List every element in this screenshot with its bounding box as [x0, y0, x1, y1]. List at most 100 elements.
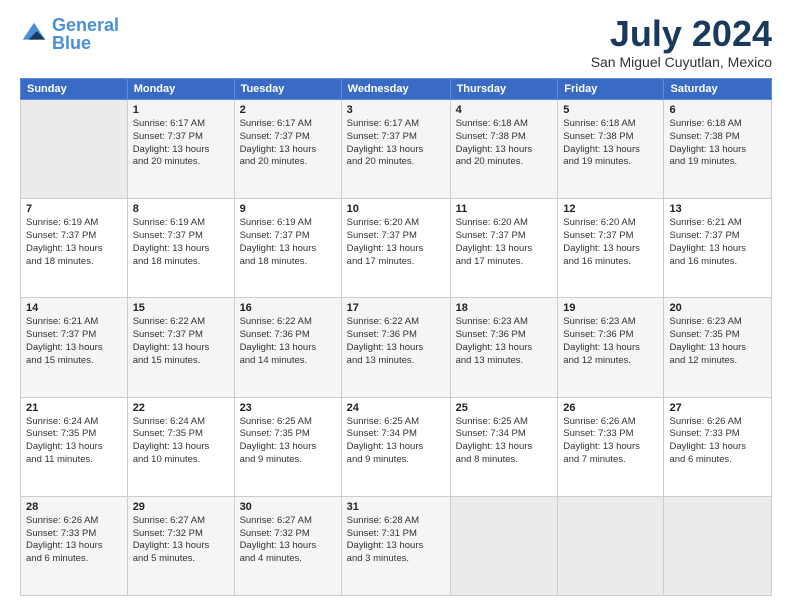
day-info: Sunrise: 6:26 AMSunset: 7:33 PMDaylight:…	[669, 416, 766, 467]
calendar-header: SundayMondayTuesdayWednesdayThursdayFrid…	[21, 79, 772, 100]
week-row-4: 21 Sunrise: 6:24 AMSunset: 7:35 PMDayligh…	[21, 397, 772, 496]
day-info: Sunrise: 6:22 AMSunset: 7:36 PMDaylight:…	[240, 316, 336, 367]
day-info: Sunrise: 6:20 AMSunset: 7:37 PMDaylight:…	[563, 217, 658, 268]
logo-general: General	[52, 15, 119, 35]
day-cell: 13 Sunrise: 6:21 AMSunset: 7:37 PMDayligh…	[664, 199, 772, 298]
day-number: 21	[26, 402, 122, 414]
day-info: Sunrise: 6:18 AMSunset: 7:38 PMDaylight:…	[563, 118, 658, 169]
day-cell: 15 Sunrise: 6:22 AMSunset: 7:37 PMDayligh…	[127, 298, 234, 397]
day-info: Sunrise: 6:22 AMSunset: 7:36 PMDaylight:…	[347, 316, 445, 367]
day-cell: 22Sunrise: 6:24 AMSunset: 7:35 PMDayligh…	[127, 397, 234, 496]
day-cell: 12 Sunrise: 6:20 AMSunset: 7:37 PMDayligh…	[558, 199, 664, 298]
day-number: 2	[240, 104, 336, 116]
day-cell: 11Sunrise: 6:20 AMSunset: 7:37 PMDayligh…	[450, 199, 558, 298]
logo-text: General Blue	[52, 16, 119, 52]
day-number: 25	[456, 402, 553, 414]
day-number: 29	[133, 501, 229, 513]
day-cell: 30 Sunrise: 6:27 AMSunset: 7:32 PMDayligh…	[234, 496, 341, 595]
day-info: Sunrise: 6:22 AMSunset: 7:37 PMDaylight:…	[133, 316, 229, 367]
day-cell: 4Sunrise: 6:18 AMSunset: 7:38 PMDaylight…	[450, 100, 558, 199]
day-info: Sunrise: 6:27 AMSunset: 7:32 PMDaylight:…	[240, 515, 336, 566]
week-row-3: 14 Sunrise: 6:21 AMSunset: 7:37 PMDayligh…	[21, 298, 772, 397]
day-cell	[664, 496, 772, 595]
day-number: 22	[133, 402, 229, 414]
day-number: 1	[133, 104, 229, 116]
calendar: SundayMondayTuesdayWednesdayThursdayFrid…	[20, 78, 772, 596]
day-number: 31	[347, 501, 445, 513]
day-cell: 24 Sunrise: 6:25 AMSunset: 7:34 PMDayligh…	[341, 397, 450, 496]
location: San Miguel Cuyutlan, Mexico	[591, 54, 772, 70]
day-number: 24	[347, 402, 445, 414]
day-cell: 8 Sunrise: 6:19 AMSunset: 7:37 PMDaylight…	[127, 199, 234, 298]
day-number: 15	[133, 302, 229, 314]
day-number: 14	[26, 302, 122, 314]
day-cell: 23 Sunrise: 6:25 AMSunset: 7:35 PMDayligh…	[234, 397, 341, 496]
day-cell: 25 Sunrise: 6:25 AMSunset: 7:34 PMDayligh…	[450, 397, 558, 496]
header: General Blue July 2024 San Miguel Cuyutl…	[20, 16, 772, 70]
day-cell: 19Sunrise: 6:23 AMSunset: 7:36 PMDayligh…	[558, 298, 664, 397]
day-cell: 6Sunrise: 6:18 AMSunset: 7:38 PMDaylight…	[664, 100, 772, 199]
weekday-row: SundayMondayTuesdayWednesdayThursdayFrid…	[21, 79, 772, 100]
day-info: Sunrise: 6:17 AMSunset: 7:37 PMDaylight:…	[240, 118, 336, 169]
day-info: Sunrise: 6:23 AMSunset: 7:35 PMDaylight:…	[669, 316, 766, 367]
day-info: Sunrise: 6:25 AMSunset: 7:35 PMDaylight:…	[240, 416, 336, 467]
day-number: 17	[347, 302, 445, 314]
day-number: 6	[669, 104, 766, 116]
day-number: 8	[133, 203, 229, 215]
weekday-header-friday: Friday	[558, 79, 664, 100]
day-info: Sunrise: 6:21 AMSunset: 7:37 PMDaylight:…	[26, 316, 122, 367]
calendar-body: 1 Sunrise: 6:17 AMSunset: 7:37 PMDaylight…	[21, 100, 772, 596]
day-number: 12	[563, 203, 658, 215]
day-number: 9	[240, 203, 336, 215]
day-info: Sunrise: 6:25 AMSunset: 7:34 PMDaylight:…	[347, 416, 445, 467]
day-cell: 2 Sunrise: 6:17 AMSunset: 7:37 PMDaylight…	[234, 100, 341, 199]
day-number: 26	[563, 402, 658, 414]
day-info: Sunrise: 6:17 AMSunset: 7:37 PMDaylight:…	[133, 118, 229, 169]
day-cell: 27 Sunrise: 6:26 AMSunset: 7:33 PMDayligh…	[664, 397, 772, 496]
day-cell: 3Sunrise: 6:17 AMSunset: 7:37 PMDaylight…	[341, 100, 450, 199]
day-cell	[21, 100, 128, 199]
day-number: 19	[563, 302, 658, 314]
day-cell: 7 Sunrise: 6:19 AMSunset: 7:37 PMDaylight…	[21, 199, 128, 298]
day-cell: 14 Sunrise: 6:21 AMSunset: 7:37 PMDayligh…	[21, 298, 128, 397]
day-cell: 1 Sunrise: 6:17 AMSunset: 7:37 PMDaylight…	[127, 100, 234, 199]
day-number: 13	[669, 203, 766, 215]
day-info: Sunrise: 6:25 AMSunset: 7:34 PMDaylight:…	[456, 416, 553, 467]
day-number: 10	[347, 203, 445, 215]
day-number: 5	[563, 104, 658, 116]
weekday-header-thursday: Thursday	[450, 79, 558, 100]
day-number: 28	[26, 501, 122, 513]
day-info: Sunrise: 6:20 AMSunset: 7:37 PMDaylight:…	[456, 217, 553, 268]
day-info: Sunrise: 6:24 AMSunset: 7:35 PMDaylight:…	[26, 416, 122, 467]
day-info: Sunrise: 6:23 AMSunset: 7:36 PMDaylight:…	[456, 316, 553, 367]
day-info: Sunrise: 6:21 AMSunset: 7:37 PMDaylight:…	[669, 217, 766, 268]
day-number: 23	[240, 402, 336, 414]
logo: General Blue	[20, 16, 119, 52]
weekday-header-saturday: Saturday	[664, 79, 772, 100]
day-cell: 26 Sunrise: 6:26 AMSunset: 7:33 PMDayligh…	[558, 397, 664, 496]
day-info: Sunrise: 6:19 AMSunset: 7:37 PMDaylight:…	[240, 217, 336, 268]
day-cell: 5 Sunrise: 6:18 AMSunset: 7:38 PMDaylight…	[558, 100, 664, 199]
day-cell: 31Sunrise: 6:28 AMSunset: 7:31 PMDayligh…	[341, 496, 450, 595]
day-cell: 21 Sunrise: 6:24 AMSunset: 7:35 PMDayligh…	[21, 397, 128, 496]
weekday-header-sunday: Sunday	[21, 79, 128, 100]
day-number: 30	[240, 501, 336, 513]
day-number: 20	[669, 302, 766, 314]
week-row-2: 7 Sunrise: 6:19 AMSunset: 7:37 PMDaylight…	[21, 199, 772, 298]
day-info: Sunrise: 6:19 AMSunset: 7:37 PMDaylight:…	[133, 217, 229, 268]
day-info: Sunrise: 6:26 AMSunset: 7:33 PMDaylight:…	[563, 416, 658, 467]
day-number: 7	[26, 203, 122, 215]
week-row-5: 28 Sunrise: 6:26 AMSunset: 7:33 PMDayligh…	[21, 496, 772, 595]
day-number: 18	[456, 302, 553, 314]
day-number: 3	[347, 104, 445, 116]
day-info: Sunrise: 6:19 AMSunset: 7:37 PMDaylight:…	[26, 217, 122, 268]
day-cell	[558, 496, 664, 595]
day-cell: 20 Sunrise: 6:23 AMSunset: 7:35 PMDayligh…	[664, 298, 772, 397]
day-cell: 9 Sunrise: 6:19 AMSunset: 7:37 PMDaylight…	[234, 199, 341, 298]
day-number: 16	[240, 302, 336, 314]
day-info: Sunrise: 6:26 AMSunset: 7:33 PMDaylight:…	[26, 515, 122, 566]
day-number: 27	[669, 402, 766, 414]
page: General Blue July 2024 San Miguel Cuyutl…	[0, 0, 792, 612]
logo-blue: Blue	[52, 33, 91, 53]
month-title: July 2024	[591, 16, 772, 52]
